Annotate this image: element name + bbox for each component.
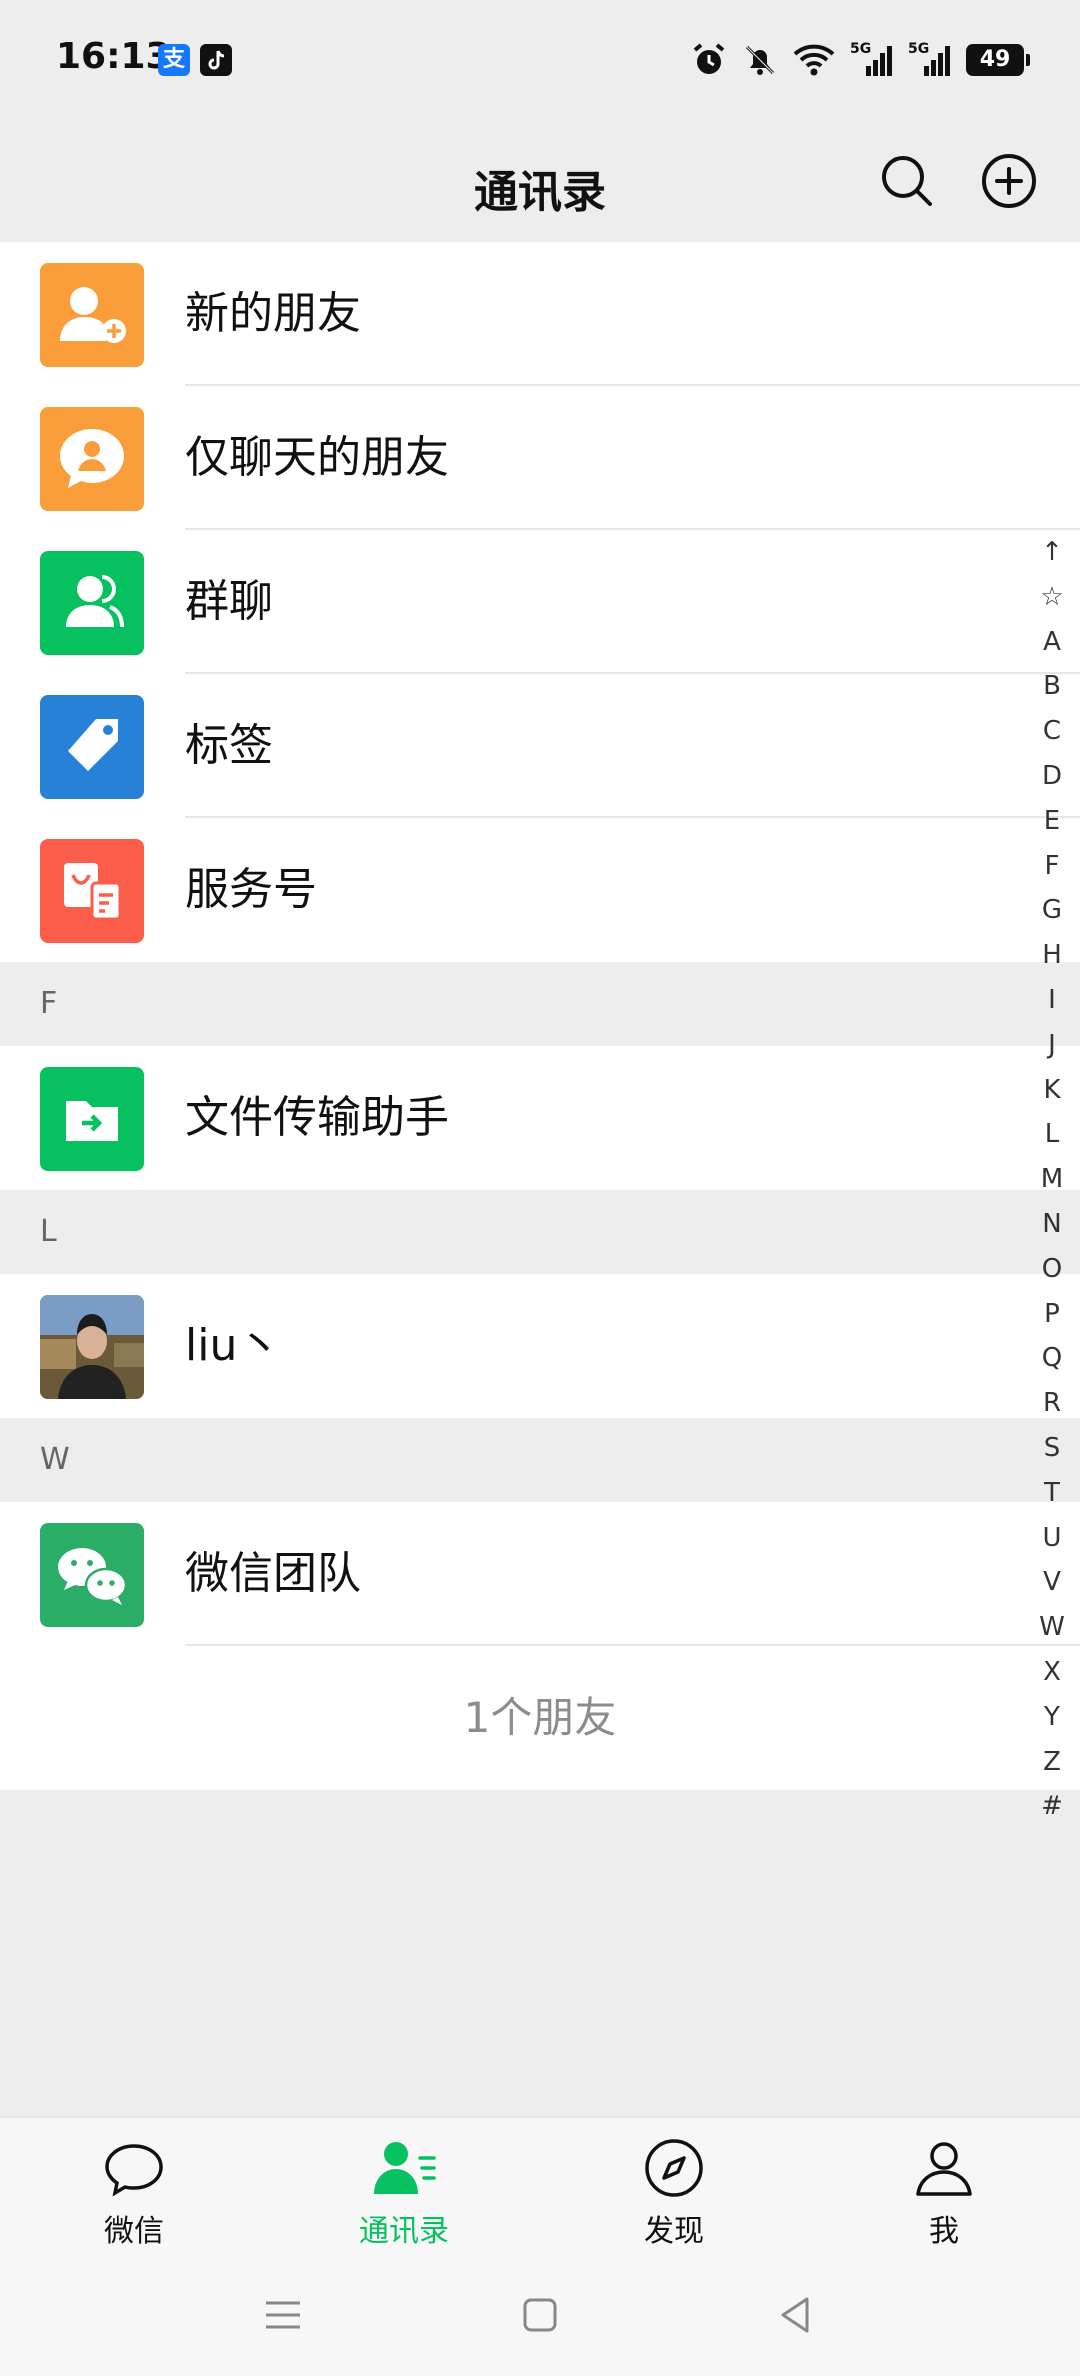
chat-bubble-icon: [105, 2144, 163, 2197]
index-letter[interactable]: T: [1032, 1471, 1072, 1516]
index-letter[interactable]: M: [1032, 1157, 1072, 1202]
index-letter[interactable]: U: [1032, 1516, 1072, 1561]
index-letter[interactable]: I: [1032, 978, 1072, 1023]
menu-item-label: 仅聊天的朋友: [185, 432, 449, 483]
system-back-button[interactable]: [771, 2290, 821, 2340]
section-header-l: L: [0, 1190, 1080, 1274]
index-letter[interactable]: K: [1032, 1068, 1072, 1113]
tab-me[interactable]: 我: [844, 2136, 1044, 2266]
menu-item-chat-only-friends[interactable]: 仅聊天的朋友: [0, 386, 1080, 530]
index-letter[interactable]: V: [1032, 1560, 1072, 1605]
alphabet-index[interactable]: ↑ ☆ A B C D E F G H I J K L M N O P Q R S T U V W X Y Z #: [1032, 530, 1072, 1829]
search-button[interactable]: [876, 150, 938, 212]
tab-label: 我: [929, 2214, 959, 2249]
menu-item-label: 标签: [185, 720, 273, 771]
back-icon: [781, 2297, 809, 2333]
index-letter[interactable]: O: [1032, 1247, 1072, 1292]
index-letter[interactable]: #: [1032, 1784, 1072, 1829]
contact-file-transfer[interactable]: 文件传输助手: [0, 1046, 1080, 1190]
person-icon: [916, 2142, 972, 2196]
contact-name: 微信团队: [185, 1548, 361, 1599]
home-icon: [523, 2298, 557, 2332]
index-letter[interactable]: A: [1032, 620, 1072, 665]
wechat-team-icon: [40, 1523, 144, 1627]
index-letter[interactable]: Q: [1032, 1336, 1072, 1381]
contact-name: 文件传输助手: [185, 1092, 449, 1143]
index-letter[interactable]: H: [1032, 933, 1072, 978]
index-letter[interactable]: ☆: [1032, 575, 1072, 620]
index-letter[interactable]: C: [1032, 709, 1072, 754]
contact-wechat-team[interactable]: 微信团队: [0, 1502, 1080, 1646]
system-home-button[interactable]: [515, 2290, 565, 2340]
service-account-icon: [40, 839, 144, 943]
tab-label: 发现: [644, 2214, 704, 2249]
contact-name: liu丶: [185, 1320, 282, 1371]
index-letter[interactable]: S: [1032, 1426, 1072, 1471]
add-button[interactable]: [978, 150, 1040, 212]
new-friend-icon: [40, 263, 144, 367]
contact-list: 新的朋友 仅聊天的朋友 群聊 标签 服务号 F 文件传输助手 L liu丶 W …: [0, 242, 1080, 1790]
alipay-notification-icon: 支: [158, 44, 190, 76]
cellular-signal-1: 5G: [850, 42, 894, 78]
status-icons: 5G 5G 49: [690, 38, 1030, 82]
menu-item-label: 服务号: [185, 864, 317, 915]
index-letter[interactable]: Y: [1032, 1695, 1072, 1740]
status-bar: 16:13 支 5G 5G 49: [0, 0, 1080, 120]
section-letter: L: [40, 1214, 57, 1249]
index-letter[interactable]: X: [1032, 1650, 1072, 1695]
index-letter[interactable]: L: [1032, 1112, 1072, 1157]
avatar: [40, 1295, 144, 1399]
index-letter[interactable]: F: [1032, 844, 1072, 889]
tab-discover[interactable]: 发现: [574, 2136, 774, 2266]
index-letter[interactable]: D: [1032, 754, 1072, 799]
tab-contacts[interactable]: 通讯录: [304, 2136, 504, 2266]
menu-item-label: 群聊: [185, 576, 273, 627]
menu-item-group-chats[interactable]: 群聊: [0, 530, 1080, 674]
index-letter[interactable]: R: [1032, 1381, 1072, 1426]
index-letter[interactable]: P: [1032, 1292, 1072, 1337]
index-letter[interactable]: Z: [1032, 1740, 1072, 1785]
status-time: 16:13: [56, 36, 171, 77]
add-circle-icon: [982, 154, 1036, 208]
menu-item-label: 新的朋友: [185, 288, 361, 339]
index-letter[interactable]: W: [1032, 1605, 1072, 1650]
file-transfer-icon: [40, 1067, 144, 1171]
tag-icon: [40, 695, 144, 799]
tab-label: 通讯录: [359, 2214, 449, 2249]
tiktok-notification-icon: [200, 44, 232, 76]
cellular-signal-2: 5G: [908, 42, 952, 78]
contacts-icon: [374, 2142, 436, 2194]
tab-label: 微信: [104, 2214, 164, 2249]
section-letter: W: [40, 1442, 70, 1477]
index-letter[interactable]: ↑: [1032, 530, 1072, 575]
index-letter[interactable]: G: [1032, 888, 1072, 933]
header: 通讯录: [0, 120, 1080, 242]
index-letter[interactable]: N: [1032, 1202, 1072, 1247]
tab-chats[interactable]: 微信: [34, 2136, 234, 2266]
chat-only-friend-icon: [40, 407, 144, 511]
wifi-icon: [793, 44, 835, 76]
section-header-w: W: [0, 1418, 1080, 1502]
battery-icon: 49: [966, 44, 1030, 76]
system-menu-button[interactable]: [258, 2290, 308, 2340]
index-letter[interactable]: J: [1032, 1023, 1072, 1068]
index-letter[interactable]: B: [1032, 664, 1072, 709]
section-letter: F: [40, 986, 58, 1021]
friend-count: 1个朋友: [0, 1646, 1080, 1790]
mute-bell-icon: [745, 45, 775, 75]
search-icon: [882, 156, 932, 206]
alarm-icon: [693, 43, 725, 74]
menu-item-tags[interactable]: 标签: [0, 674, 1080, 818]
menu-item-new-friends[interactable]: 新的朋友: [0, 242, 1080, 386]
index-letter[interactable]: E: [1032, 799, 1072, 844]
section-header-f: F: [0, 962, 1080, 1046]
group-chat-icon: [40, 551, 144, 655]
menu-item-service-accounts[interactable]: 服务号: [0, 818, 1080, 962]
compass-icon: [645, 2139, 703, 2197]
contact-liu[interactable]: liu丶: [0, 1274, 1080, 1418]
divider: [185, 1644, 1080, 1646]
menu-icon: [266, 2301, 300, 2329]
